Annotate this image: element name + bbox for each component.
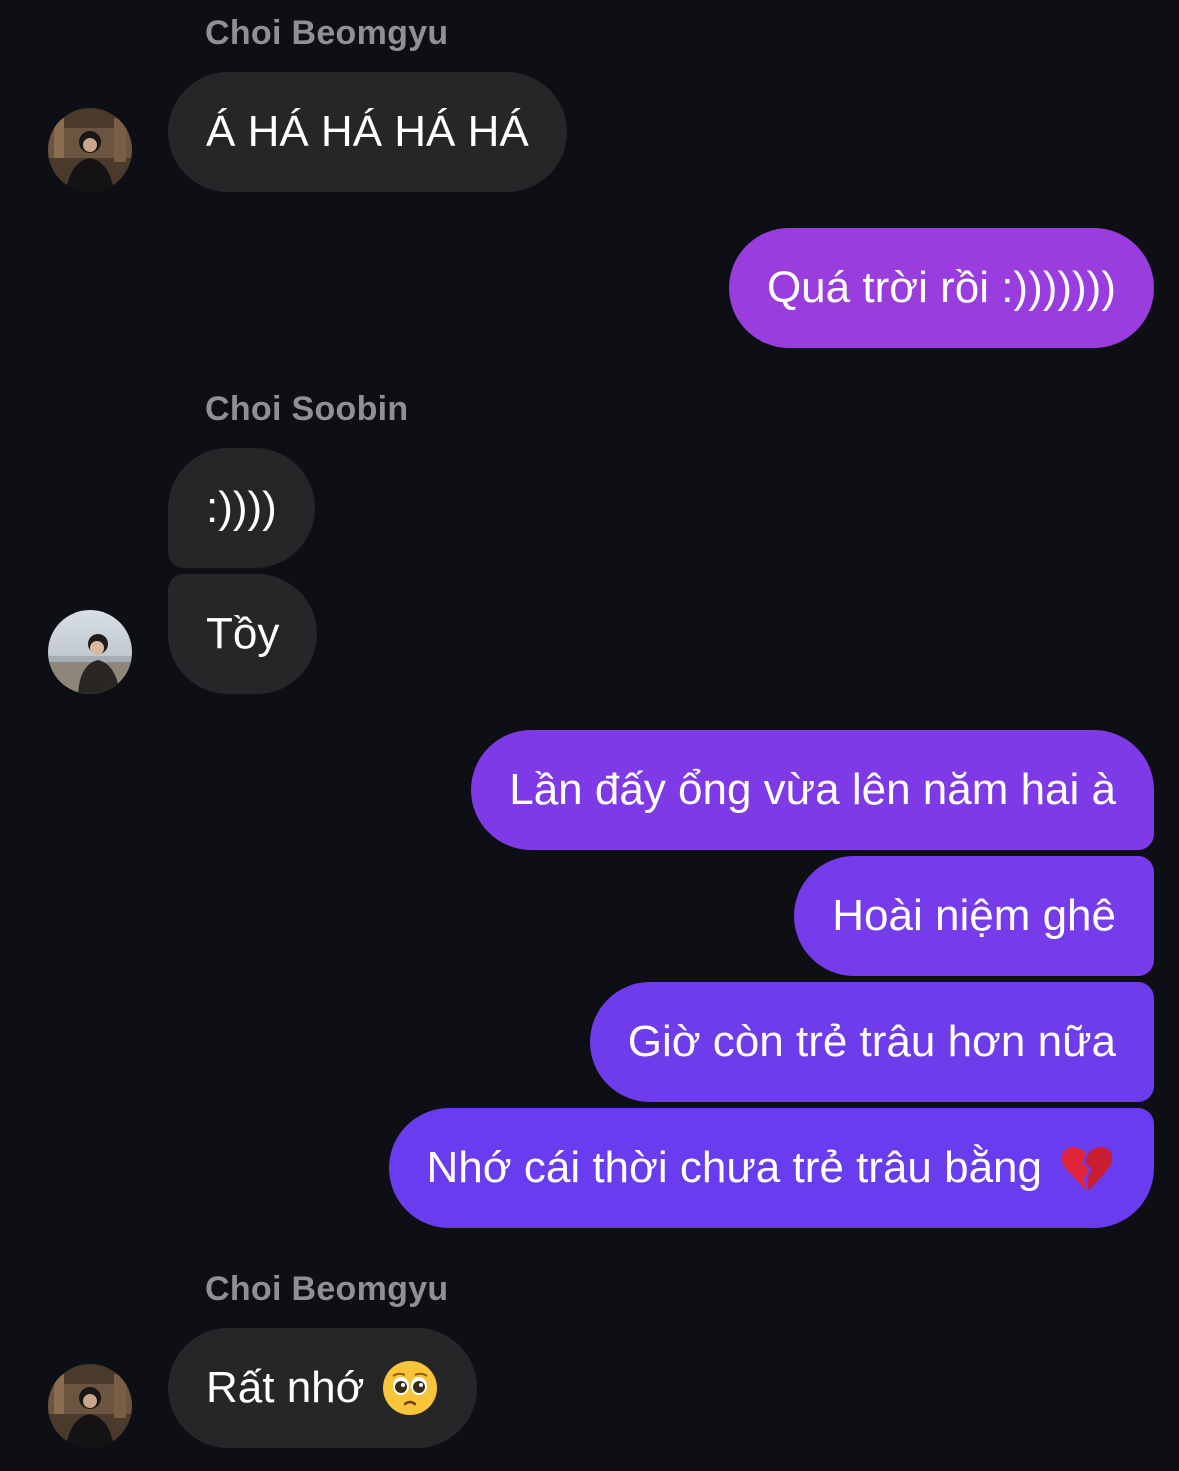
message-bubble-outgoing[interactable]: Nhớ cái thời chưa trẻ trâu bằng [388,1108,1154,1228]
message-text: Hoài niệm ghê [832,891,1116,940]
message-text: Giờ còn trẻ trâu hơn nữa [627,1017,1116,1066]
beomgyu-avatar[interactable] [48,108,132,192]
sender-name-beomgyu: Choi Beomgyu [205,14,449,52]
message-bubble[interactable]: Á HÁ HÁ HÁ HÁ [168,72,567,192]
broken-heart-icon [1058,1139,1116,1197]
sender-name-beomgyu: Choi Beomgyu [205,1270,449,1308]
pleading-face-icon [381,1359,439,1417]
message-bubble-outgoing[interactable]: Giờ còn trẻ trâu hơn nữa [589,982,1154,1102]
soobin-avatar[interactable] [48,610,132,694]
message-bubble[interactable]: :)))) [168,448,315,568]
message-text: Quá trời rồi :))))))) [766,263,1116,312]
message-text: Tồy [206,609,280,658]
message-text: Rất nhớ [206,1363,365,1412]
message-text: Nhớ cái thời chưa trẻ trâu bằng [426,1143,1042,1192]
message-text: :)))) [206,483,277,532]
message-bubble-outgoing[interactable]: Quá trời rồi :))))))) [728,228,1154,348]
message-bubble-outgoing[interactable]: Lần đấy ổng vừa lên năm hai à [471,730,1154,850]
sender-name-soobin: Choi Soobin [205,390,409,428]
message-bubble-outgoing[interactable]: Hoài niệm ghê [794,856,1154,976]
message-text: Lần đấy ổng vừa lên năm hai à [509,765,1116,814]
beomgyu-avatar[interactable] [48,1364,132,1448]
message-text: Á HÁ HÁ HÁ HÁ [206,107,529,156]
message-bubble[interactable]: Rất nhớ [168,1328,477,1448]
message-bubble[interactable]: Tồy [168,574,318,694]
